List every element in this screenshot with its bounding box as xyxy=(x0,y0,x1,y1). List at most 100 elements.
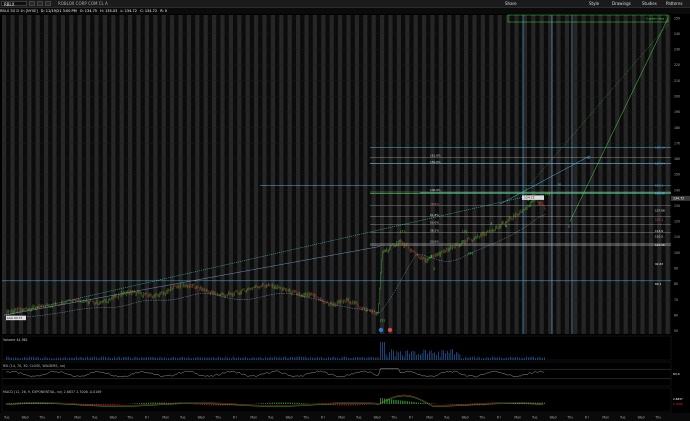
volume-bar xyxy=(423,349,425,360)
volume-bar xyxy=(146,357,147,360)
date-tick-label: Thu xyxy=(390,416,397,420)
level-tag: 104.96 xyxy=(655,243,665,247)
macd-histogram-bar xyxy=(384,398,385,404)
date-tick-label: Thu xyxy=(478,416,485,420)
volume-bar xyxy=(510,356,511,360)
volume-bar xyxy=(229,357,230,360)
volume-bar xyxy=(331,357,333,360)
volume-bar xyxy=(402,355,403,360)
volume-bar xyxy=(376,357,378,360)
level-tag: 121.1 xyxy=(655,218,663,222)
date-tick-label: Mon xyxy=(426,416,433,420)
macd-histogram-bar xyxy=(294,402,295,404)
volume-bar xyxy=(497,357,498,360)
macd-histogram-bar xyxy=(288,402,290,404)
volume-bar xyxy=(430,350,432,360)
volume-bar xyxy=(40,358,41,360)
volume-bar xyxy=(148,357,149,360)
volume-bar xyxy=(238,357,239,360)
macd-histogram-bar xyxy=(267,402,268,404)
date-tick-label: Mon xyxy=(338,416,345,420)
volume-bar xyxy=(7,356,9,360)
volume-bar xyxy=(184,357,185,360)
volume-bar xyxy=(94,356,95,360)
macd-histogram-bar xyxy=(290,402,291,404)
macd-histogram-bar xyxy=(214,404,216,406)
volume-bar xyxy=(13,357,14,360)
rsi-value: 63.4 xyxy=(673,372,680,376)
volume-bar xyxy=(69,357,70,360)
fib-level-label: 78.6% xyxy=(430,202,439,206)
volume-bar xyxy=(186,358,187,360)
fib-level-label: 50.0% xyxy=(430,221,439,225)
macd-histogram-bar xyxy=(382,398,383,404)
level-tag: 167.39 xyxy=(655,145,665,149)
volume-bar xyxy=(416,355,417,360)
volume-bar xyxy=(315,357,317,360)
price-tick-label: 210 xyxy=(674,79,680,83)
macd-histogram-bar xyxy=(105,404,106,406)
volume-bar xyxy=(319,357,320,360)
price-tick-label: 60 xyxy=(674,313,678,317)
volume-bar xyxy=(378,357,380,360)
volume-bar xyxy=(72,357,74,360)
volume-bar xyxy=(324,358,326,360)
volume-bar xyxy=(117,356,119,360)
volume-bar xyxy=(200,357,201,360)
volume-bar xyxy=(447,350,448,360)
date-tick-label: Thu xyxy=(38,416,45,420)
macd-histogram-bar xyxy=(337,404,338,406)
date-tick-label: Mon xyxy=(74,416,81,420)
macd-histogram-bar xyxy=(141,402,142,404)
volume-bar xyxy=(209,357,210,360)
macd-histogram-bar xyxy=(306,403,308,404)
volume-bar xyxy=(162,358,164,360)
volume-bar xyxy=(36,356,38,360)
volume-bar xyxy=(124,356,126,360)
volume-bar xyxy=(501,357,502,360)
macd-histogram-bar xyxy=(335,404,336,406)
volume-bar xyxy=(22,357,23,360)
date-tick-label: Wed xyxy=(198,416,205,420)
macd-histogram-bar xyxy=(301,403,302,404)
volume-bar xyxy=(265,356,266,360)
macd-histogram-bar xyxy=(270,402,272,404)
last-price-value: 134.72 xyxy=(524,195,535,199)
macd-histogram-bar xyxy=(139,403,140,404)
volume-bar xyxy=(441,349,443,360)
macd-histogram-bar xyxy=(412,401,414,404)
volume-bar xyxy=(58,357,59,360)
macd-histogram-bar xyxy=(263,403,264,404)
volume-bar xyxy=(344,356,345,360)
macd-histogram-bar xyxy=(409,401,410,404)
wave-label: (5) xyxy=(545,192,551,196)
macd-histogram-bar xyxy=(304,403,306,404)
macd-histogram-bar xyxy=(398,400,399,404)
volume-bar xyxy=(245,356,246,360)
volume-bar xyxy=(151,356,153,360)
volume-bar xyxy=(326,358,327,360)
volume-bar xyxy=(466,357,468,360)
earnings-marker-icon xyxy=(387,327,393,333)
price-tick-label: 250 xyxy=(674,16,680,20)
price-chart[interactable]: 2502402302202102001901801701601501401301… xyxy=(0,0,690,421)
volume-bar xyxy=(42,358,43,360)
macd-histogram-bar xyxy=(405,401,407,404)
volume-bar xyxy=(123,356,124,360)
volume-bar xyxy=(249,358,250,360)
macd-histogram-bar xyxy=(115,404,117,405)
volume-bar xyxy=(353,357,354,360)
volume-bar xyxy=(272,357,273,360)
volume-bar xyxy=(389,352,390,360)
volume-bar xyxy=(391,349,392,360)
volume-bar xyxy=(168,358,169,360)
volume-bar xyxy=(470,357,471,360)
volume-bar xyxy=(234,357,236,360)
date-tick-label: Wed xyxy=(462,416,469,420)
wave-label: (4) xyxy=(468,251,474,255)
macd-histogram-bar xyxy=(277,402,279,404)
macd-histogram-bar xyxy=(196,404,198,405)
volume-bar xyxy=(182,356,183,360)
macd-histogram-bar xyxy=(286,402,288,404)
volume-bar xyxy=(540,357,542,360)
